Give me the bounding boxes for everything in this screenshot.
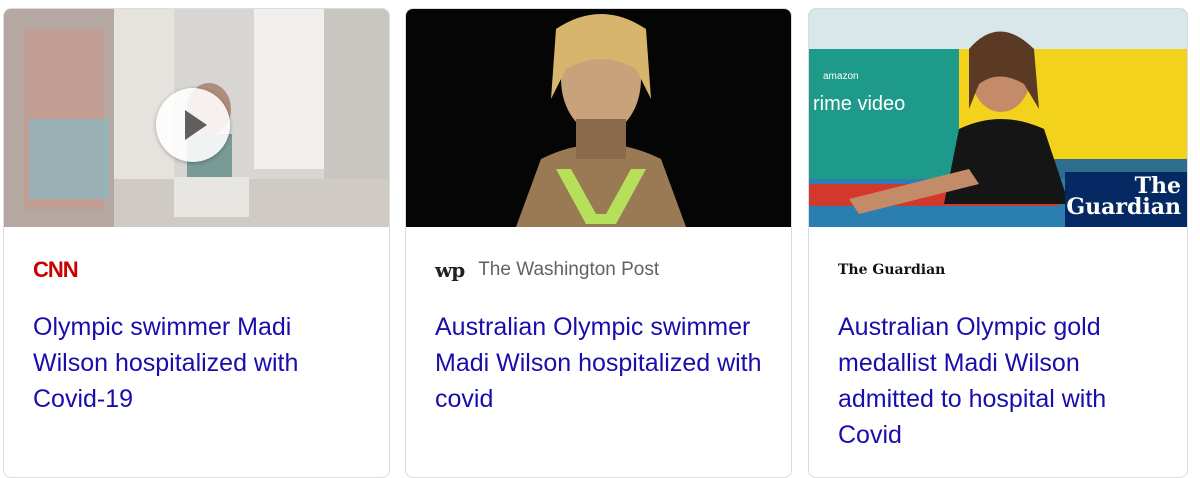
news-card-guardian[interactable]: amazon rime video The Guardian The Guard… — [808, 8, 1188, 478]
source-row: wp The Washington Post — [435, 258, 660, 282]
photo-thumbnail[interactable] — [406, 9, 791, 227]
headline-link[interactable]: Australian Olympic swimmer Madi Wilson h… — [435, 309, 765, 417]
headline-link[interactable]: Australian Olympic gold medallist Madi W… — [838, 309, 1161, 453]
guardian-badge: The Guardian — [1065, 172, 1187, 227]
video-thumbnail[interactable] — [4, 9, 389, 227]
photo-thumbnail[interactable]: amazon rime video The Guardian — [809, 9, 1187, 227]
play-icon[interactable] — [156, 88, 230, 162]
top-stories-carousel: CNN Olympic swimmer Madi Wilson hospital… — [0, 0, 1200, 478]
source-row: The Guardian — [838, 259, 945, 281]
amazon-text: amazon — [823, 71, 859, 82]
prime-video-text: rime video — [813, 93, 906, 115]
news-card-washington-post[interactable]: wp The Washington Post Australian Olympi… — [405, 8, 792, 478]
source-row: CNN — [33, 257, 79, 282]
source-name: The Washington Post — [478, 259, 660, 280]
thumbnail-image — [406, 9, 791, 227]
news-card-cnn[interactable]: CNN Olympic swimmer Madi Wilson hospital… — [3, 8, 390, 478]
headline-link[interactable]: Olympic swimmer Madi Wilson hospitalized… — [33, 309, 363, 417]
cnn-logo: CNN — [33, 257, 79, 282]
guardian-logo: The Guardian — [838, 262, 946, 278]
badge-line-2: Guardian — [1066, 194, 1181, 220]
washington-post-logo: wp — [435, 258, 465, 282]
